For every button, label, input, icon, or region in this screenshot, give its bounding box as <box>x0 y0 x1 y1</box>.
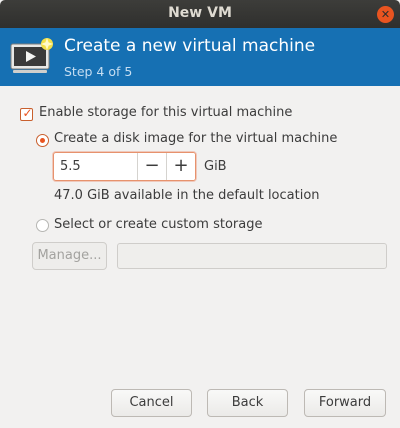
monitor-play-icon <box>10 38 53 73</box>
available-space-text: 47.0 GiB available in the default locati… <box>54 188 320 203</box>
cancel-button[interactable]: Cancel <box>111 389 192 417</box>
window-title: New VM <box>168 5 232 21</box>
radio-dot-icon <box>40 138 45 143</box>
page-title: Create a new virtual machine <box>64 36 316 56</box>
disk-size-input[interactable]: 5.5 <box>60 159 81 174</box>
disk-image-radio[interactable] <box>36 134 49 147</box>
custom-storage-label[interactable]: Select or create custom storage <box>54 217 262 232</box>
header-banner: Create a new virtual machine Step 4 of 5 <box>0 28 400 86</box>
enable-storage-label[interactable]: Enable storage for this virtual machine <box>39 105 292 120</box>
forward-button[interactable]: Forward <box>304 389 386 417</box>
new-vm-window: New VM ✕ Create a new virtual machine St… <box>0 0 400 428</box>
back-button[interactable]: Back <box>207 389 288 417</box>
checkmark-icon: ✓ <box>22 106 33 120</box>
step-indicator: Step 4 of 5 <box>64 64 133 79</box>
plus-icon: + <box>173 155 189 176</box>
custom-storage-radio[interactable] <box>36 219 49 232</box>
close-icon: ✕ <box>380 8 391 21</box>
increase-size-button[interactable]: + <box>166 153 195 180</box>
custom-storage-path-input[interactable] <box>117 243 387 269</box>
disk-size-spinbutton[interactable]: 5.5 − + <box>53 152 196 181</box>
enable-storage-checkbox[interactable]: ✓ <box>20 106 33 121</box>
size-unit-label: GiB <box>204 159 227 174</box>
decrease-size-button[interactable]: − <box>137 153 166 180</box>
minus-icon: − <box>144 155 160 176</box>
close-button[interactable]: ✕ <box>377 6 394 23</box>
manage-button[interactable]: Manage... <box>32 242 107 270</box>
title-bar[interactable]: New VM ✕ <box>0 0 400 28</box>
disk-image-label[interactable]: Create a disk image for the virtual mach… <box>54 131 337 146</box>
